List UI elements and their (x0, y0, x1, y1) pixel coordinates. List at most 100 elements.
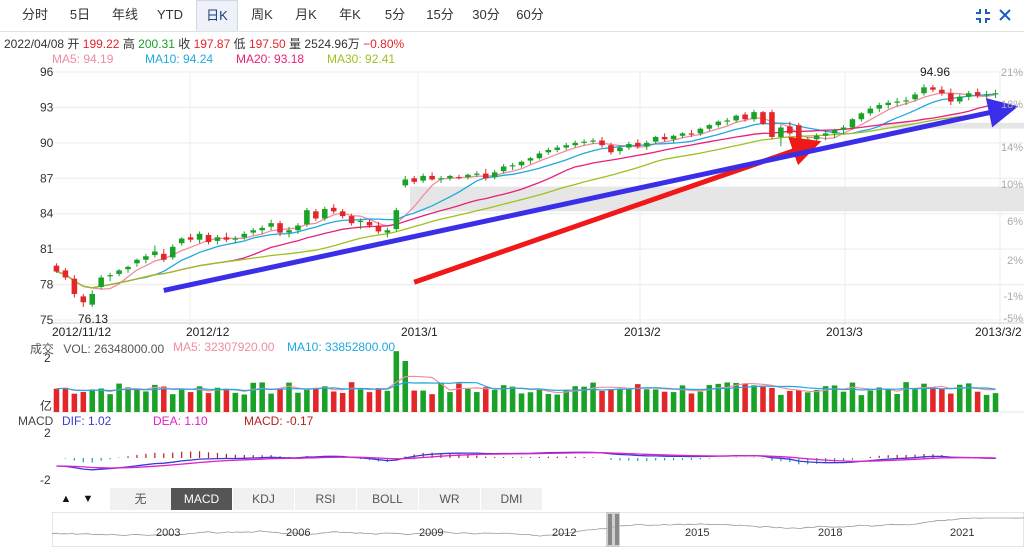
candle-body (134, 259, 140, 264)
volume-bar (411, 390, 417, 412)
candle-body (921, 87, 927, 94)
candle-body (590, 140, 596, 142)
candle-body (295, 225, 301, 231)
candle-body (885, 102, 891, 106)
candle-body (643, 142, 650, 147)
candle-body (71, 278, 78, 295)
candle-body (831, 129, 838, 134)
volume-bar (974, 391, 981, 412)
volume-bar (742, 383, 748, 412)
indicator-kdj-button[interactable]: KDJ (233, 488, 295, 510)
volume-ma10-legend: MA10: 33852800.00 (287, 340, 396, 354)
volume-bar (527, 392, 534, 412)
volume-bar (465, 388, 471, 412)
candle-body (322, 208, 328, 219)
candle-body (688, 133, 695, 135)
volume-bar (71, 393, 78, 412)
candle-body (626, 144, 632, 148)
volume-bar (697, 391, 704, 412)
candle-body (482, 173, 489, 179)
candle-body (259, 227, 265, 231)
candle-body (581, 141, 587, 143)
volume-bar (89, 389, 96, 412)
volume-bar (554, 394, 561, 412)
price-tick-label: 78 (40, 278, 54, 292)
volume-bar (617, 388, 623, 412)
navigator-handle (608, 514, 612, 545)
candle-body (554, 147, 561, 150)
candle-body (214, 237, 221, 241)
price-tick-label: 93 (40, 100, 54, 114)
volume-bar (143, 391, 149, 412)
candle-body (125, 266, 131, 270)
candle-body (670, 135, 677, 140)
volume-bar (518, 393, 525, 412)
volume-bar (509, 386, 516, 412)
candle-body (778, 127, 784, 137)
volume-bar (796, 390, 802, 412)
macd-tick-label: 2 (44, 426, 51, 440)
macd-value: MACD: -0.17 (244, 414, 314, 428)
candle-body (116, 270, 122, 274)
indicator-wr-button[interactable]: WR (419, 488, 481, 510)
candle-body (500, 166, 507, 172)
volume-bar (107, 394, 113, 412)
volume-bar (169, 394, 176, 412)
volume-bar (232, 392, 239, 412)
gap-band (410, 186, 1024, 212)
candle-body (152, 251, 158, 256)
indicator-dmi-button[interactable]: DMI (481, 488, 543, 510)
candle-body (948, 93, 954, 102)
candle-body (742, 114, 748, 120)
candle-body (98, 277, 104, 287)
arrow-up-icon[interactable]: ▲ (56, 489, 76, 509)
percent-tick-label: 14% (1001, 142, 1023, 154)
indicator-macd-button[interactable]: MACD (171, 488, 233, 510)
volume-bar (769, 387, 775, 412)
volume-bar (948, 393, 954, 412)
candle-body (491, 172, 498, 178)
volume-bar (482, 387, 489, 412)
percent-tick-label: -1% (1003, 291, 1023, 303)
indicator-rsi-button[interactable]: RSI (295, 488, 357, 510)
time-navigator[interactable]: 2003 2006 2009 2012 2015 2018 2021 (52, 512, 1024, 547)
date-tick-label: 2012/12 (186, 325, 230, 339)
percent-tick-label: 2% (1007, 255, 1023, 267)
volume-bar (98, 388, 104, 412)
navigator-year-label: 2015 (685, 527, 709, 539)
candle-body (536, 153, 543, 159)
volume-bar (536, 389, 543, 412)
volume-bar (885, 389, 891, 412)
min-price-label: 76.13 (78, 312, 108, 326)
volume-bar (813, 390, 820, 412)
arrow-down-icon[interactable]: ▼ (78, 489, 98, 509)
macd-dea-line (56, 452, 996, 469)
candle-body (930, 87, 936, 90)
candle-body (751, 112, 757, 120)
volume-bar (322, 386, 328, 412)
candle-body (822, 133, 829, 136)
indicator-无-button[interactable]: 无 (110, 488, 172, 510)
volume-bar (590, 382, 596, 412)
candle-body (760, 112, 766, 124)
candle-body (956, 96, 963, 102)
price-tick-label: 96 (40, 65, 54, 79)
candle-body (393, 210, 400, 230)
percent-tick-label: -5% (1003, 313, 1023, 325)
candle-body (304, 210, 310, 225)
price-tick-label: 90 (40, 136, 54, 150)
candle-body (652, 136, 659, 142)
volume-bar (53, 388, 60, 412)
candle-body (241, 233, 248, 238)
volume-bar (608, 389, 614, 412)
candle-body (286, 230, 292, 233)
indicator-boll-button[interactable]: BOLL (357, 488, 419, 510)
macd-tick-label: -2 (40, 473, 51, 486)
date-tick-label: 2013/2 (624, 325, 661, 339)
volume-bar (491, 389, 498, 412)
volume-bar (760, 386, 766, 412)
candle-body (62, 270, 69, 278)
candle-body (366, 221, 373, 226)
candle-body (787, 126, 793, 134)
candle-body (474, 173, 480, 175)
